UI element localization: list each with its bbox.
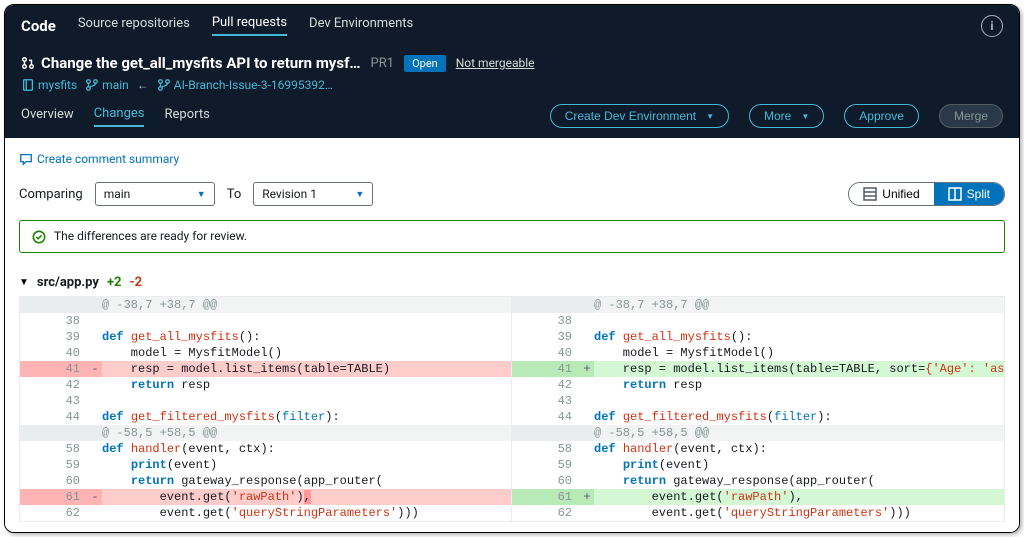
branch-icon: [85, 78, 99, 92]
pr-title: Change the get_all_mysfits API to return…: [21, 54, 361, 72]
diff-line[interactable]: 38: [20, 313, 511, 329]
diff-line[interactable]: 60 return gateway_response(app_router(: [20, 473, 511, 489]
not-mergeable-link[interactable]: Not mergeable: [456, 56, 535, 70]
compare-from-select[interactable]: main▼: [95, 182, 215, 206]
arrow-left-icon: ←: [137, 78, 149, 92]
diff-line[interactable]: 62 event.get('queryStringParameters'))): [512, 505, 1004, 521]
diff-line[interactable]: @ -58,5 +58,5 @@: [512, 425, 1004, 441]
diff-line[interactable]: 39def get_all_mysfits():: [20, 329, 511, 345]
create-comment-summary-link[interactable]: Create comment summary: [19, 148, 179, 176]
nav-source-repositories[interactable]: Source repositories: [78, 16, 190, 35]
diff-line[interactable]: 58def handler(event, ctx):: [512, 441, 1004, 457]
to-label: To: [227, 187, 242, 202]
ready-banner: The differences are ready for review.: [19, 220, 1005, 253]
additions-count: +2: [107, 275, 122, 290]
diff-line[interactable]: 59 print(event): [20, 457, 511, 473]
create-dev-env-button[interactable]: Create Dev Environment: [550, 104, 729, 128]
diff-line[interactable]: 41- resp = model.list_items(table=TABLE): [20, 361, 511, 377]
repo-icon: [21, 78, 35, 92]
diff-line[interactable]: 39def get_all_mysfits():: [512, 329, 1004, 345]
diff-line[interactable]: 44def get_filtered_mysfits(filter):: [512, 409, 1004, 425]
base-branch-link[interactable]: main: [85, 78, 129, 92]
info-icon[interactable]: i: [981, 15, 1003, 37]
nav-dev-environments[interactable]: Dev Environments: [309, 16, 413, 35]
diff-line[interactable]: 42 return resp: [512, 377, 1004, 393]
diff-line[interactable]: 62 event.get('queryStringParameters'))): [20, 505, 511, 521]
pull-request-icon: [21, 56, 35, 70]
subtab-reports[interactable]: Reports: [164, 107, 209, 126]
ready-text: The differences are ready for review.: [54, 229, 247, 243]
check-icon: [32, 229, 46, 244]
pr-title-text: Change the get_all_mysfits API to return…: [41, 54, 361, 72]
deletions-count: -2: [130, 275, 143, 290]
diff-line[interactable]: 43: [512, 393, 1004, 409]
diff-line[interactable]: 59 print(event): [512, 457, 1004, 473]
diff-line[interactable]: @ -38,7 +38,7 @@: [20, 297, 511, 313]
diff-line[interactable]: 40 model = MysfitModel(): [20, 345, 511, 361]
diff-right-column: @ -38,7 +38,7 @@3839def get_all_mysfits(…: [512, 297, 1004, 521]
source-branch-link[interactable]: AI-Branch-Issue-3-16995392…: [157, 78, 333, 92]
diff-line[interactable]: 44def get_filtered_mysfits(filter):: [20, 409, 511, 425]
file-path: src/app.py: [37, 275, 99, 290]
diff-view: @ -38,7 +38,7 @@3839def get_all_mysfits(…: [19, 296, 1005, 522]
diff-line[interactable]: 40 model = MysfitModel(): [512, 345, 1004, 361]
diff-line[interactable]: 58def handler(event, ctx):: [20, 441, 511, 457]
unified-view-button[interactable]: Unified: [849, 183, 933, 205]
subtab-overview[interactable]: Overview: [21, 107, 74, 126]
repo-link[interactable]: mysfits: [21, 78, 77, 92]
view-toggle: Unified Split: [848, 182, 1005, 206]
compare-to-select[interactable]: Revision 1▼: [253, 182, 373, 206]
pr-number: PR1: [371, 56, 395, 71]
diff-line[interactable]: 43: [20, 393, 511, 409]
split-icon: [948, 187, 962, 201]
approve-button[interactable]: Approve: [844, 104, 919, 128]
diff-line[interactable]: 42 return resp: [20, 377, 511, 393]
unified-icon: [863, 187, 877, 201]
diff-line[interactable]: 61- event.get('rawPath'),: [20, 489, 511, 505]
diff-line[interactable]: 38: [512, 313, 1004, 329]
branch-icon: [157, 78, 171, 92]
split-view-button[interactable]: Split: [934, 183, 1004, 205]
diff-line[interactable]: 60 return gateway_response(app_router(: [512, 473, 1004, 489]
diff-left-column: @ -38,7 +38,7 @@3839def get_all_mysfits(…: [20, 297, 512, 521]
subtab-changes[interactable]: Changes: [94, 106, 145, 127]
file-header[interactable]: ▼ src/app.py +2 -2: [19, 269, 1005, 296]
branch-row: mysfits main ← AI-Branch-Issue-3-1699539…: [21, 72, 1003, 98]
merge-button: Merge: [939, 104, 1003, 128]
diff-line[interactable]: @ -58,5 +58,5 @@: [20, 425, 511, 441]
nav-pull-requests[interactable]: Pull requests: [212, 15, 287, 36]
status-badge-open[interactable]: Open: [404, 55, 446, 72]
brand: Code: [21, 17, 56, 35]
more-button[interactable]: More: [749, 104, 824, 128]
comparing-label: Comparing: [19, 187, 83, 202]
comment-icon: [19, 152, 33, 166]
diff-line[interactable]: 41+ resp = model.list_items(table=TABLE,…: [512, 361, 1004, 377]
diff-line[interactable]: 61+ event.get('rawPath'),: [512, 489, 1004, 505]
diff-line[interactable]: @ -38,7 +38,7 @@: [512, 297, 1004, 313]
chevron-down-icon: ▼: [19, 277, 29, 288]
